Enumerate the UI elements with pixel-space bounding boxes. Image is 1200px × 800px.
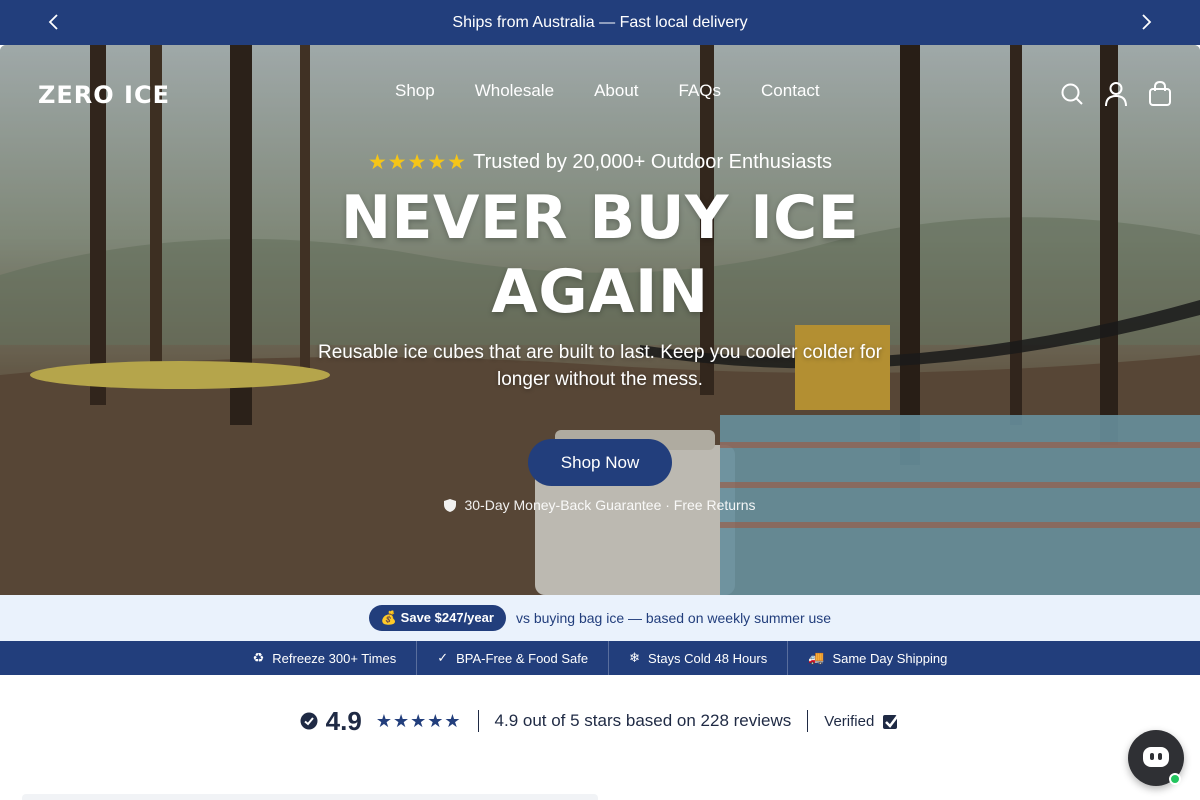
check-circle-icon bbox=[300, 712, 318, 730]
account-icon[interactable] bbox=[1104, 81, 1128, 107]
rating-number: 4.9 bbox=[325, 705, 362, 736]
features-bar: ♻ Refreeze 300+ Times ✓ BPA-Free & Food … bbox=[0, 641, 1200, 675]
verified-check-icon bbox=[883, 713, 901, 729]
check-icon: ✓ bbox=[437, 650, 449, 665]
feature-label: Same Day Shipping bbox=[832, 650, 948, 666]
feature-refreeze: ♻ Refreeze 300+ Times bbox=[233, 641, 417, 675]
nav-faqs[interactable]: FAQs bbox=[679, 81, 722, 101]
guarantee-text: 30-Day Money-Back Guarantee · Free Retur… bbox=[464, 497, 756, 513]
verified-label: Verified bbox=[824, 712, 875, 730]
shield-icon bbox=[444, 498, 457, 512]
snowflake-icon: ❄ bbox=[629, 650, 641, 665]
site-header: ZERO ICE Shop Wholesale About FAQs Conta… bbox=[0, 45, 1200, 140]
trust-text: Trusted by 20,000+ Outdoor Enthusiasts bbox=[473, 151, 833, 173]
trust-line: ★★★★★ Trusted by 20,000+ Outdoor Enthusi… bbox=[0, 150, 1200, 175]
announcement-bar: Ships from Australia — Fast local delive… bbox=[0, 0, 1200, 45]
search-icon[interactable] bbox=[1060, 81, 1084, 107]
truck-icon: 🚚 bbox=[808, 650, 825, 665]
savings-badge: 💰 Save $247/year bbox=[368, 605, 506, 631]
guarantee-line: 30-Day Money-Back Guarantee · Free Retur… bbox=[0, 497, 1200, 513]
divider bbox=[807, 710, 809, 732]
nav-contact[interactable]: Contact bbox=[761, 81, 820, 101]
header-icons bbox=[1060, 81, 1172, 107]
nav-shop[interactable]: Shop bbox=[395, 81, 435, 101]
online-status-dot bbox=[1169, 773, 1181, 785]
hero-subhead: Reusable ice cubes that are built to las… bbox=[318, 342, 882, 390]
gold-stars-icon: ★★★★★ bbox=[367, 151, 468, 174]
savings-strip: 💰 Save $247/year vs buying bag ice — bas… bbox=[0, 595, 1200, 641]
hero-banner: ZERO ICE Shop Wholesale About FAQs Conta… bbox=[0, 45, 1200, 595]
feature-label: Refreeze 300+ Times bbox=[272, 650, 397, 666]
hero-content: ★★★★★ Trusted by 20,000+ Outdoor Enthusi… bbox=[0, 150, 1200, 513]
feature-label: Stays Cold 48 Hours bbox=[648, 650, 768, 666]
feature-shipping: 🚚 Same Day Shipping bbox=[787, 641, 967, 675]
announcement-text: Ships from Australia — Fast local delive… bbox=[452, 13, 748, 31]
feature-label: BPA-Free & Food Safe bbox=[456, 650, 589, 666]
chevron-right-icon[interactable] bbox=[1136, 12, 1156, 32]
feature-stays-cold: ❄ Stays Cold 48 Hours bbox=[608, 641, 787, 675]
hero-headline: NEVER BUY ICE AGAIN bbox=[340, 183, 860, 327]
nav-about[interactable]: About bbox=[594, 81, 638, 101]
shop-now-button[interactable]: Shop Now bbox=[528, 439, 672, 486]
chevron-left-icon[interactable] bbox=[44, 12, 64, 32]
nav-wholesale[interactable]: Wholesale bbox=[475, 81, 554, 101]
rating-stars-icon: ★★★★★ bbox=[375, 710, 462, 731]
feature-bpa-free: ✓ BPA-Free & Food Safe bbox=[416, 641, 608, 675]
review-summary-text: 4.9 out of 5 stars based on 228 reviews bbox=[494, 711, 792, 730]
brand-logo[interactable]: ZERO ICE bbox=[38, 81, 170, 109]
next-section-card bbox=[22, 794, 598, 800]
main-nav: Shop Wholesale About FAQs Contact bbox=[395, 81, 820, 101]
recycle-icon: ♻ bbox=[252, 650, 265, 665]
reviews-summary[interactable]: 4.9 ★★★★★ 4.9 out of 5 stars based on 22… bbox=[0, 700, 1200, 742]
savings-text: vs buying bag ice — based on weekly summ… bbox=[515, 610, 832, 626]
divider bbox=[477, 710, 479, 732]
cart-icon[interactable] bbox=[1148, 81, 1172, 107]
